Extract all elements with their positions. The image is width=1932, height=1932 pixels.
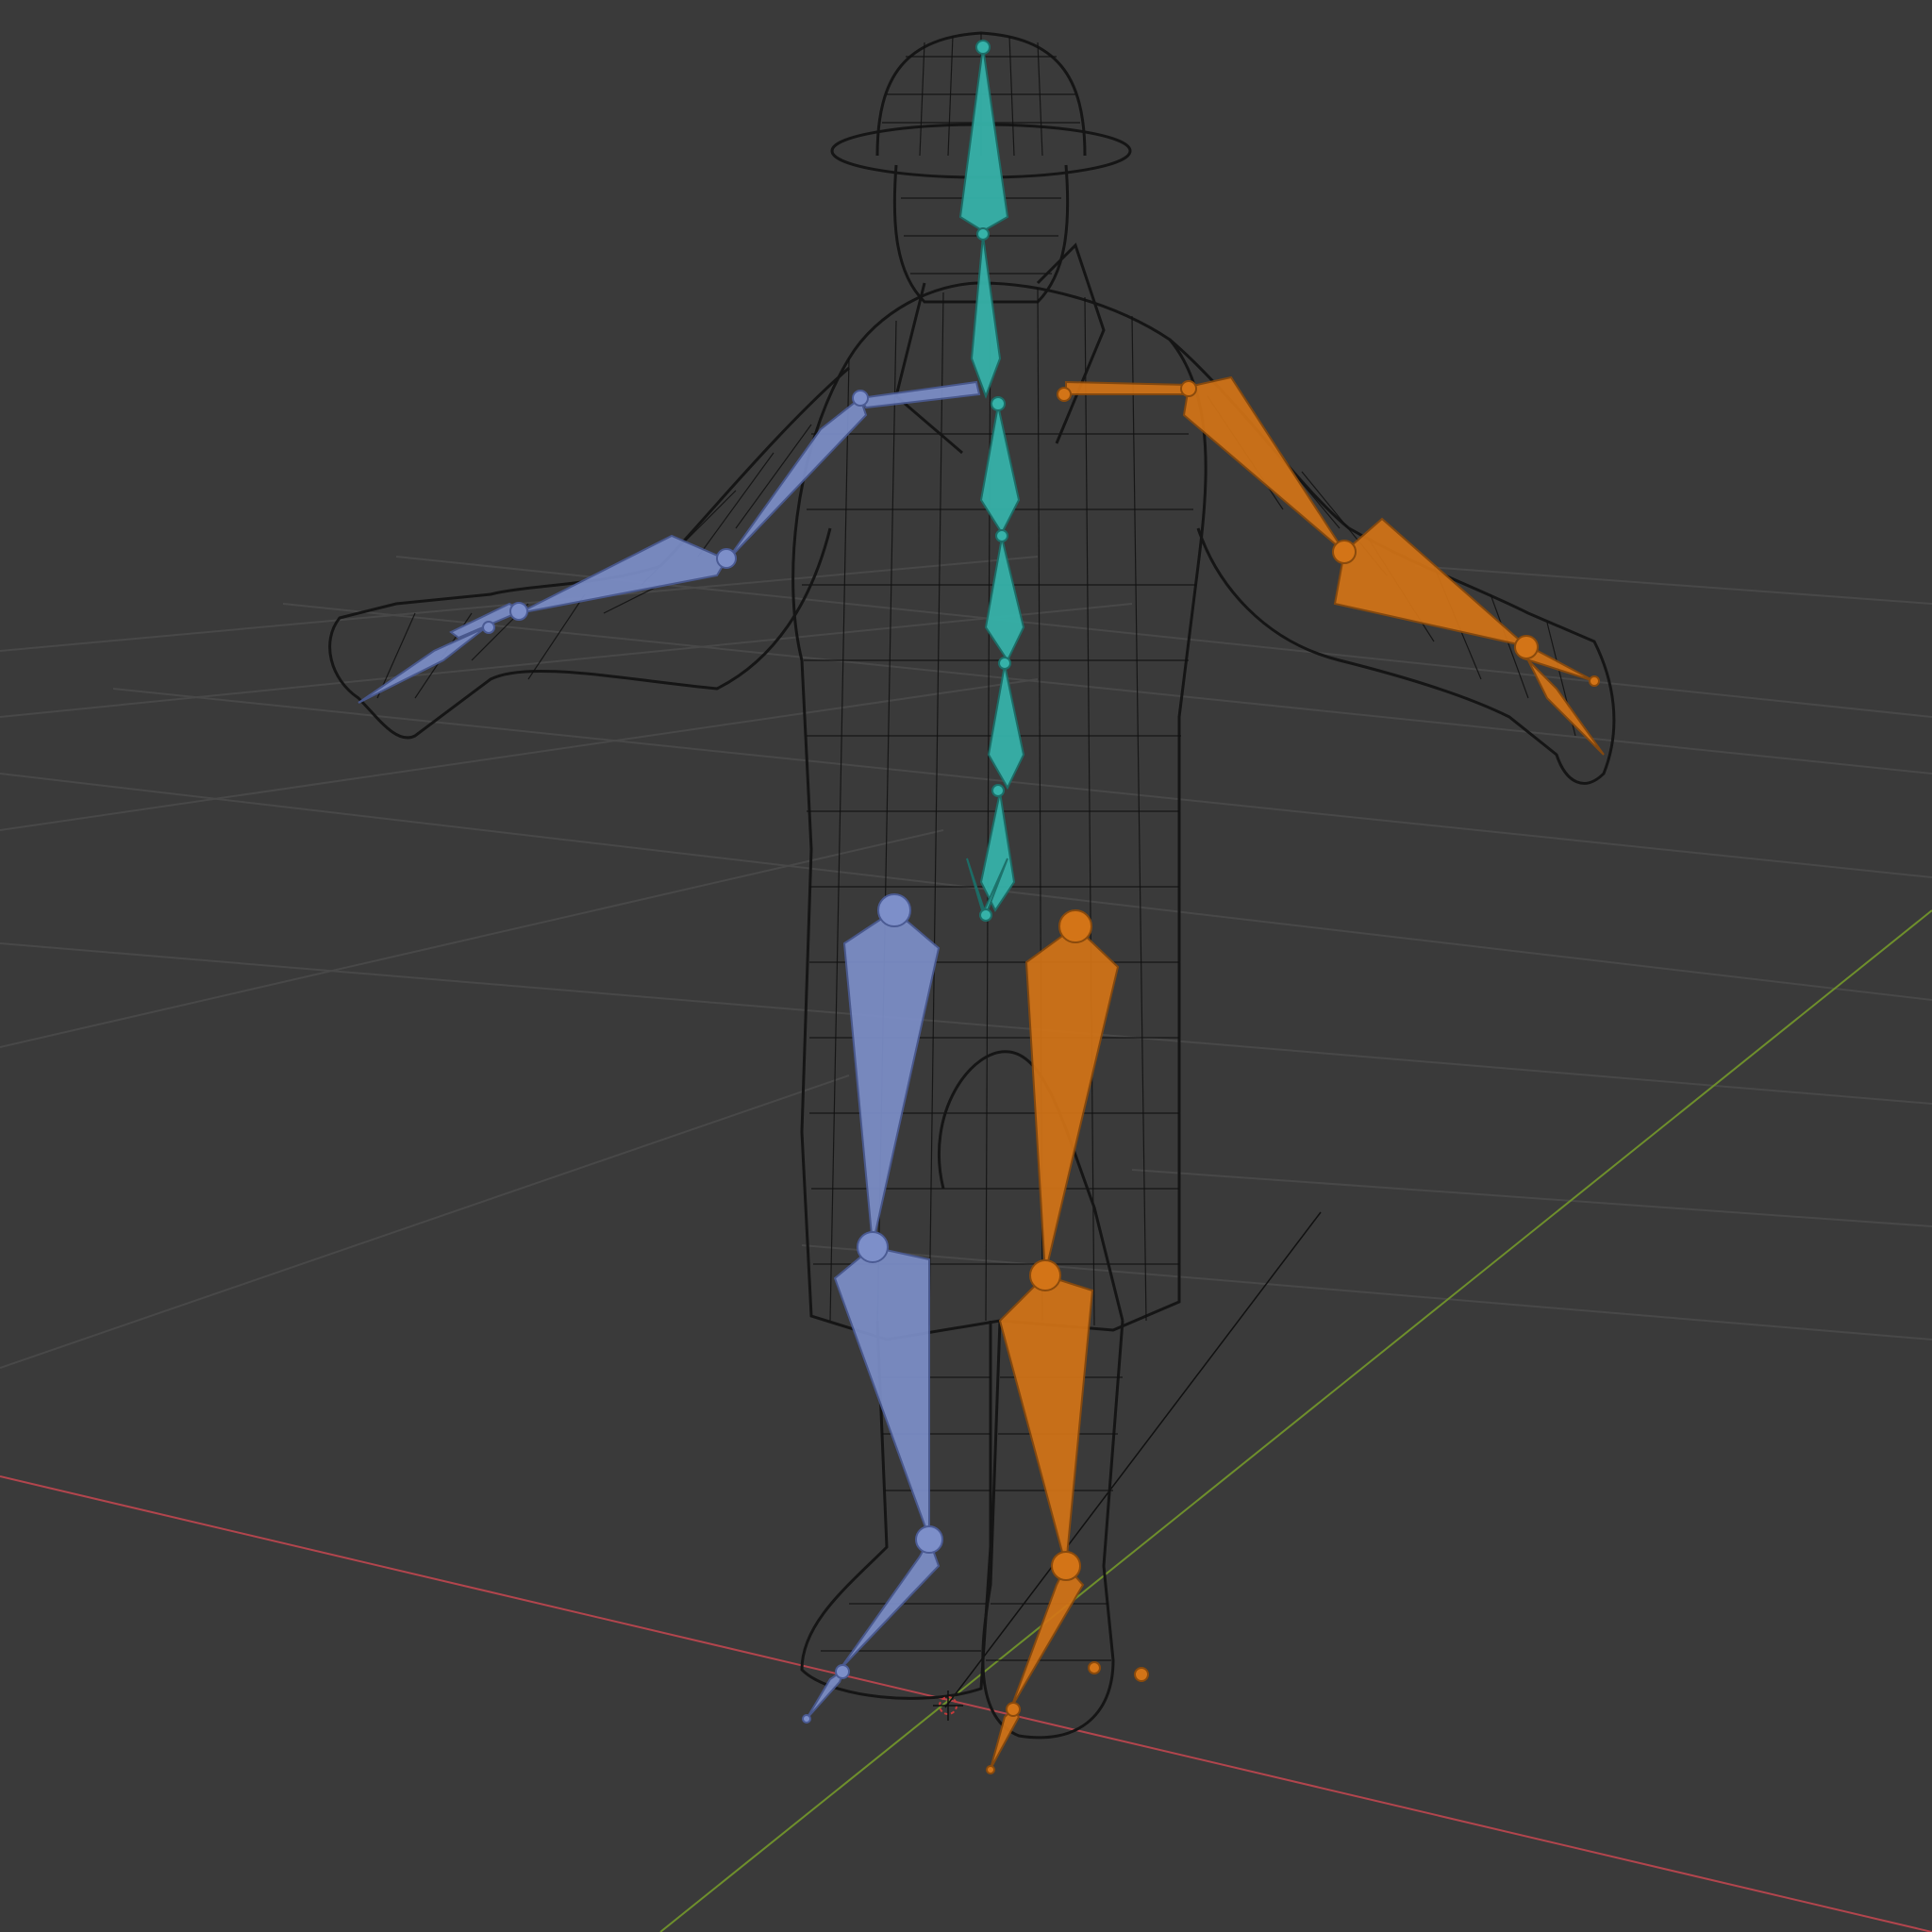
bone-upper-arm-r[interactable] bbox=[1182, 375, 1345, 553]
joint-toe-l[interactable] bbox=[835, 1664, 850, 1679]
joint-heel-r-2[interactable] bbox=[1134, 1667, 1149, 1682]
joint-knuckle-l[interactable] bbox=[482, 621, 495, 634]
bone-forearm-l[interactable] bbox=[518, 534, 728, 614]
joint-spine-lower[interactable] bbox=[991, 784, 1005, 797]
y-axis-line bbox=[659, 909, 1932, 1932]
bone-toe-r[interactable] bbox=[990, 1707, 1021, 1770]
bone-neck[interactable] bbox=[970, 235, 1002, 399]
bone-shoulder-r[interactable] bbox=[1065, 380, 1192, 395]
joint-ankle-r[interactable] bbox=[1051, 1551, 1081, 1581]
joint-head-tip[interactable] bbox=[975, 40, 991, 55]
bone-thigh-r[interactable] bbox=[1024, 924, 1120, 1274]
bone-spine-upper[interactable] bbox=[984, 537, 1025, 663]
joint-wrist-r[interactable] bbox=[1514, 635, 1539, 659]
joint-chest[interactable] bbox=[991, 396, 1006, 411]
bone-foot-l[interactable] bbox=[839, 1537, 941, 1671]
joint-hips[interactable] bbox=[979, 908, 992, 922]
joint-neck[interactable] bbox=[976, 227, 990, 241]
bone-foot-r[interactable] bbox=[1010, 1564, 1085, 1708]
joint-toe-r[interactable] bbox=[1006, 1702, 1021, 1717]
bone-shoulder-l[interactable] bbox=[858, 380, 981, 409]
joint-hip-l[interactable] bbox=[877, 893, 911, 927]
bone-shin-r[interactable] bbox=[998, 1274, 1094, 1567]
right-bones[interactable] bbox=[986, 375, 1605, 1774]
bone-finger-l[interactable] bbox=[358, 626, 487, 704]
joint-spine-mid[interactable] bbox=[998, 657, 1011, 670]
bone-chest[interactable] bbox=[979, 405, 1021, 536]
character-mesh[interactable] bbox=[328, 31, 1616, 1740]
joint-wrist-l[interactable] bbox=[509, 602, 528, 621]
bone-thigh-l[interactable] bbox=[842, 908, 941, 1246]
x-axis-line bbox=[0, 1475, 1932, 1932]
joint-heel-r-1[interactable] bbox=[1088, 1661, 1101, 1674]
z-axis-line bbox=[944, 1211, 1322, 1708]
scene-canvas[interactable] bbox=[0, 0, 1932, 1932]
bone-head[interactable] bbox=[958, 46, 1009, 233]
joint-knee-r[interactable] bbox=[1029, 1259, 1061, 1291]
joint-elbow-l[interactable] bbox=[716, 548, 737, 569]
joint-shoulder-l[interactable] bbox=[852, 390, 869, 407]
joint-elbow-r[interactable] bbox=[1332, 540, 1357, 564]
spine-bones[interactable] bbox=[958, 40, 1025, 922]
joint-hip-r[interactable] bbox=[1058, 909, 1092, 943]
joint-spine-upper[interactable] bbox=[995, 529, 1008, 542]
joint-ankle-l[interactable] bbox=[915, 1525, 943, 1554]
bone-shin-l[interactable] bbox=[833, 1245, 930, 1539]
joint-toe-tip-r[interactable] bbox=[986, 1765, 995, 1774]
3d-viewport[interactable] bbox=[0, 0, 1932, 1932]
joint-shoulder-r[interactable] bbox=[1180, 380, 1197, 397]
joint-knee-l[interactable] bbox=[857, 1231, 889, 1263]
joint-finger-r[interactable] bbox=[1589, 675, 1600, 687]
bone-spine-mid[interactable] bbox=[987, 664, 1025, 791]
joint-toe-tip-l[interactable] bbox=[802, 1714, 811, 1724]
joint-collar-r[interactable] bbox=[1057, 387, 1072, 402]
bone-forearm-r[interactable] bbox=[1333, 517, 1527, 647]
